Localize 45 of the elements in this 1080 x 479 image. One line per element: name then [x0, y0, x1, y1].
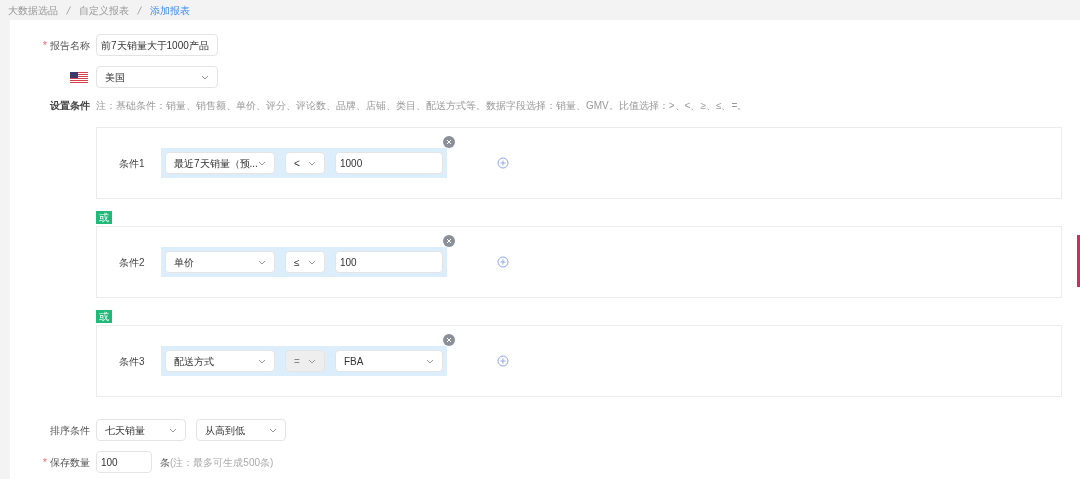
caret-icon: [308, 160, 316, 166]
report-name-field[interactable]: 前7天销量大于1000产品: [96, 34, 218, 56]
side-tab[interactable]: [1077, 235, 1080, 287]
condition-label: 条件3: [119, 354, 146, 369]
close-icon[interactable]: [443, 235, 455, 247]
value-field[interactable]: 1000: [335, 152, 443, 174]
select-field[interactable]: <: [285, 152, 325, 174]
value-field[interactable]: 100: [335, 251, 443, 273]
condition-label: 条件2: [119, 255, 146, 270]
flag-icon: [70, 71, 88, 83]
count-note: (注：最多可生成500条): [170, 455, 274, 470]
condition-label: 条件1: [119, 156, 146, 171]
conditions-note: 注：基础条件：销量、销售额、单价、评分、评论数、品牌、店铺、类目、配送方式等。数据字段选择：销量、GMV。比值选择：>、<、≥、≤、=。: [96, 99, 748, 113]
close-icon[interactable]: [443, 334, 455, 346]
caret-icon: [308, 358, 316, 364]
select-field[interactable]: 美国: [96, 66, 218, 88]
select-field[interactable]: ≤: [285, 251, 325, 273]
separator-icon: [66, 5, 71, 15]
add-icon[interactable]: [497, 256, 509, 268]
unit-label: 条: [160, 455, 170, 470]
close-icon[interactable]: [443, 136, 455, 148]
caret-icon: [258, 160, 266, 166]
or-tag: 或: [96, 211, 112, 224]
caret-icon: [169, 427, 177, 433]
field-label: 设置条件: [50, 99, 90, 113]
count-field[interactable]: 100: [96, 451, 152, 473]
caret-icon: [201, 74, 209, 80]
caret-icon: [269, 427, 277, 433]
separator-icon: [137, 5, 142, 15]
field-label: * 保存数量: [42, 454, 90, 470]
select-field[interactable]: 七天销量: [96, 419, 186, 441]
caret-icon: [258, 259, 266, 265]
select-field[interactable]: 最近7天销量（预...: [165, 152, 275, 174]
caret-icon: [258, 358, 266, 364]
field-label: 排序条件: [50, 423, 90, 438]
select-field[interactable]: 从高到低: [196, 419, 286, 441]
select-field[interactable]: 配送方式: [165, 350, 275, 372]
caret-icon: [308, 259, 316, 265]
select-field[interactable]: FBA: [335, 350, 443, 372]
select-field[interactable]: 单价: [165, 251, 275, 273]
add-icon[interactable]: [497, 157, 509, 169]
field-label: * 报告名称: [42, 37, 90, 53]
add-icon[interactable]: [497, 355, 509, 367]
or-tag: 或: [96, 310, 112, 323]
caret-icon: [426, 358, 434, 364]
